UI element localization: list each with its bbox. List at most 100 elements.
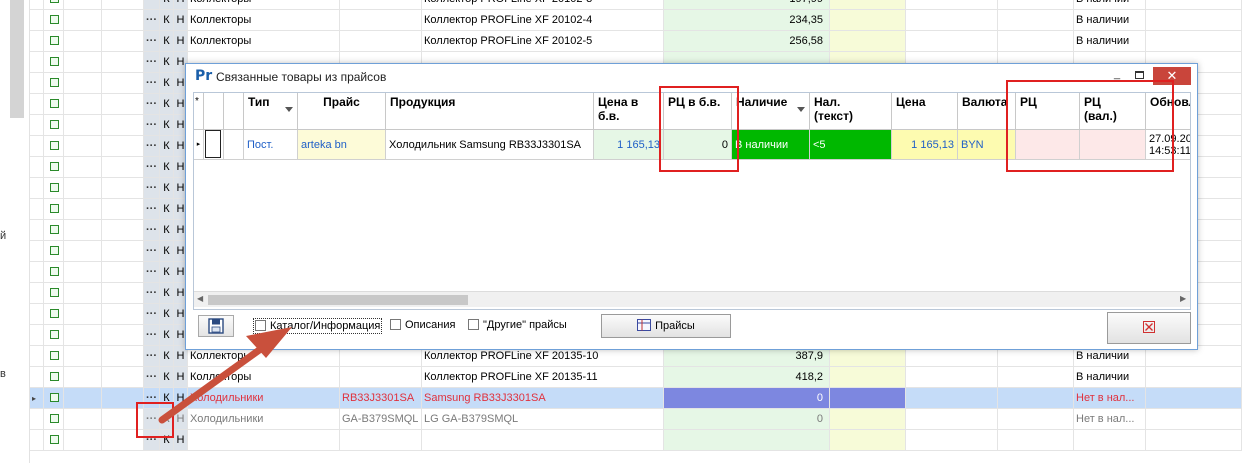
row-h-button[interactable]: Н [174, 31, 188, 51]
row-price-bv[interactable]: 1 165,13 [594, 130, 664, 160]
table-row[interactable]: ▸ ··· К Н Холодильники RB33J3301SA Samsung RB3… [30, 388, 1242, 409]
row-checkbox[interactable] [44, 262, 64, 282]
row-k-button[interactable]: К [160, 52, 174, 72]
table-row[interactable]: ···КНКоллекторы Коллектор PROFLine XF 201… [30, 0, 1242, 10]
header-availability[interactable]: Наличие [732, 93, 810, 130]
checkbox-square[interactable] [50, 414, 59, 423]
row-k-button[interactable]: К [160, 31, 174, 51]
row-h-button[interactable]: Н [174, 10, 188, 30]
row-details-button[interactable]: ··· [144, 0, 160, 9]
row-h-button[interactable]: Н [174, 0, 188, 9]
row-k-button[interactable]: К [160, 10, 174, 30]
row-k-button[interactable]: К [160, 73, 174, 93]
checkbox-square[interactable] [50, 225, 59, 234]
header-price-bv[interactable]: Цена в б.в. [594, 93, 664, 130]
row-checkbox[interactable] [44, 31, 64, 51]
row-k-button[interactable]: К [160, 94, 174, 114]
row-checkbox[interactable] [44, 52, 64, 72]
checkbox-square[interactable] [50, 288, 59, 297]
checkbox-square[interactable] [50, 183, 59, 192]
row-checkbox[interactable] [44, 409, 64, 429]
row-details-button[interactable]: ··· [144, 31, 160, 51]
row-price[interactable]: 1 165,13 [892, 130, 958, 160]
left-scrollbar[interactable] [10, 0, 24, 118]
row-type[interactable]: Пост. [244, 130, 298, 160]
table-row[interactable]: ···КНКоллекторы Коллектор PROFLine XF 201… [30, 10, 1242, 31]
checkbox-square[interactable] [50, 141, 59, 150]
row-h-button[interactable]: Н [174, 388, 188, 408]
checkbox-square[interactable] [50, 309, 59, 318]
table-row[interactable]: ···КНКоллекторы Коллектор PROFLine XF 201… [30, 31, 1242, 52]
row-details-button[interactable]: ··· [144, 367, 160, 387]
checkbox-square[interactable] [50, 351, 59, 360]
row-k-button[interactable]: К [160, 262, 174, 282]
row-checkbox[interactable] [44, 367, 64, 387]
row-details-button[interactable]: ··· [144, 304, 160, 324]
row-details-button[interactable]: ··· [144, 241, 160, 261]
row-availability[interactable]: В наличии [732, 130, 810, 160]
row-checkbox[interactable] [44, 0, 64, 9]
row-k-button[interactable]: К [160, 346, 174, 366]
row-details-button[interactable]: ··· [144, 325, 160, 345]
row-checkbox[interactable] [44, 283, 64, 303]
row-h-button[interactable]: Н [174, 409, 188, 429]
row-checkbox[interactable] [44, 304, 64, 324]
row-checkbox[interactable] [44, 115, 64, 135]
row-checkbox[interactable] [44, 325, 64, 345]
row-details-button[interactable]: ··· [144, 73, 160, 93]
table-row[interactable]: ··· К Н Холодильники GA-B379SMQL LG GA-B379SM… [30, 409, 1242, 430]
checkbox-square[interactable] [50, 435, 59, 444]
checkbox-square[interactable] [50, 330, 59, 339]
checkbox-square[interactable] [50, 120, 59, 129]
other-prices-checkbox[interactable]: "Другие" прайсы [468, 318, 567, 334]
save-button[interactable] [198, 315, 234, 337]
scroll-left-icon[interactable]: ◀ [197, 294, 203, 303]
row-checkbox[interactable] [44, 10, 64, 30]
row-details-button[interactable]: ··· [144, 199, 160, 219]
checkbox-square[interactable] [50, 204, 59, 213]
row-avail-text[interactable]: <5 [810, 130, 892, 160]
checkbox-square[interactable] [390, 319, 401, 330]
checkbox-square[interactable] [50, 162, 59, 171]
checkbox-square[interactable] [468, 319, 479, 330]
row-checkbox[interactable] [44, 136, 64, 156]
row-k-button[interactable]: К [160, 178, 174, 198]
horizontal-scrollbar[interactable]: ◀ ▶ [194, 291, 1190, 307]
header-price-list[interactable]: Прайс [298, 93, 386, 130]
row-k-button[interactable]: К [160, 325, 174, 345]
header-price[interactable]: Цена [892, 93, 958, 130]
row-k-button[interactable]: К [160, 220, 174, 240]
row-k-button[interactable]: К [160, 304, 174, 324]
row-details-button[interactable]: ··· [144, 115, 160, 135]
table-row[interactable]: ···КНКоллекторы Коллектор PROFLine XF 201… [30, 367, 1242, 388]
row-k-button[interactable]: К [160, 136, 174, 156]
checkbox-square[interactable] [50, 267, 59, 276]
close-dialog-button[interactable] [1107, 312, 1191, 344]
scrollbar-thumb[interactable] [208, 295, 468, 305]
checkbox-square[interactable] [50, 36, 59, 45]
descriptions-checkbox[interactable]: Описания [390, 318, 455, 334]
prices-button[interactable]: Прайсы [601, 314, 731, 338]
row-k-button[interactable]: К [160, 0, 174, 9]
catalog-info-checkbox[interactable]: Каталог/Информация [253, 318, 383, 334]
row-details-button[interactable]: ··· [144, 283, 160, 303]
row-checkbox[interactable] [44, 220, 64, 240]
header-avail-text[interactable]: Нал. (текст) [810, 93, 892, 130]
checkbox-square[interactable] [50, 0, 59, 3]
header-product[interactable]: Продукция [386, 93, 594, 130]
checkbox-square[interactable] [50, 78, 59, 87]
row-checkbox[interactable] [44, 199, 64, 219]
row-checkbox[interactable] [44, 388, 64, 408]
row-edit-box[interactable] [204, 130, 224, 160]
checkbox-square[interactable] [50, 393, 59, 402]
row-checkbox[interactable] [44, 73, 64, 93]
row-checkbox[interactable] [44, 157, 64, 177]
scroll-right-icon[interactable]: ▶ [1180, 294, 1186, 303]
row-details-button[interactable]: ··· [144, 157, 160, 177]
checkbox-square[interactable] [50, 15, 59, 24]
row-details-button[interactable]: ··· [144, 136, 160, 156]
sort-arrow-icon[interactable] [285, 107, 293, 112]
row-details-button[interactable]: ··· [144, 262, 160, 282]
row-k-button[interactable]: К [160, 157, 174, 177]
row-k-button[interactable]: К [160, 199, 174, 219]
